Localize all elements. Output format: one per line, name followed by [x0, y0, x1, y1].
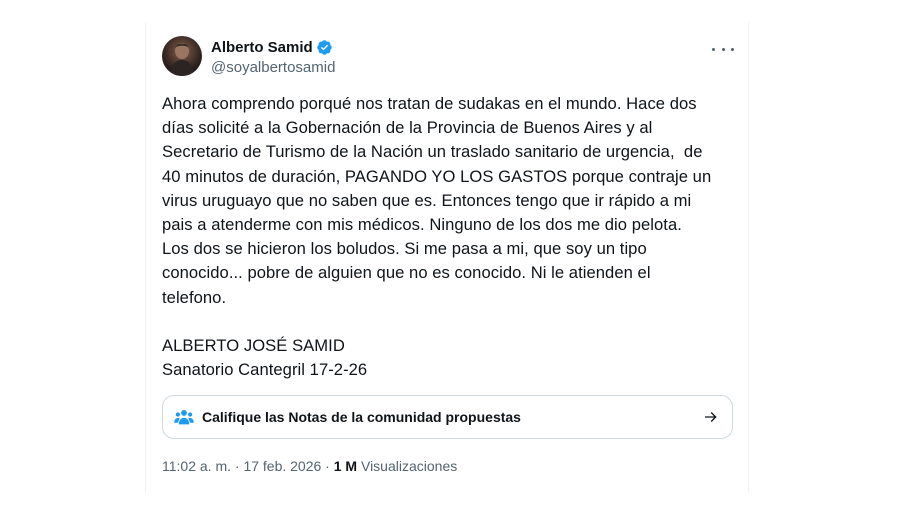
verified-badge-icon[interactable]: [316, 39, 333, 56]
author-display-name[interactable]: Alberto Samid: [211, 39, 313, 56]
meta-separator: ·: [321, 458, 334, 474]
tweet-meta: 11:02 a. m. · 17 feb. 2026 · 1 M Visuali…: [162, 458, 457, 474]
tweet-header: Alberto Samid @soyalbertosamid: [162, 36, 734, 80]
tweet-card: Alberto Samid @soyalbertosamid Ahora com…: [145, 22, 749, 492]
author-names: Alberto Samid @soyalbertosamid: [211, 37, 335, 77]
tweet-timestamp[interactable]: 11:02 a. m. · 17 feb. 2026: [162, 458, 321, 474]
tweet-text: Ahora comprendo porqué nos tratan de sud…: [162, 94, 712, 380]
views-count: 1 M: [333, 458, 358, 474]
avatar-photo: [170, 43, 194, 76]
arrow-right-icon: [705, 412, 717, 422]
avatar[interactable]: [162, 36, 202, 76]
views-label: Visualizaciones: [360, 458, 458, 474]
people-icon: [174, 409, 194, 425]
author-handle[interactable]: @soyalbertosamid: [211, 59, 335, 76]
community-notes-button[interactable]: Califique las Notas de la comunidad prop…: [162, 395, 733, 439]
community-notes-label: Califique las Notas de la comunidad prop…: [202, 409, 521, 425]
more-options-icon[interactable]: [712, 42, 734, 56]
